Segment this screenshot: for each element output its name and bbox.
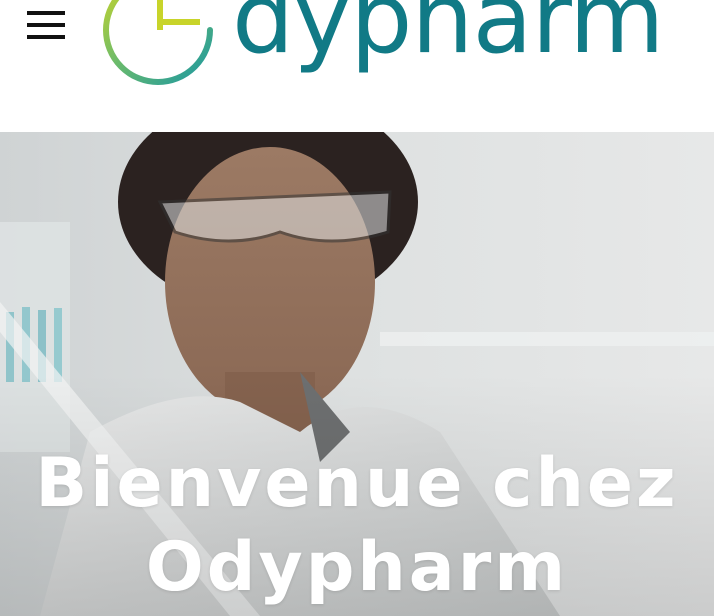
hamburger-menu-icon[interactable] — [27, 10, 65, 42]
hero-title-line-1: Bienvenue chez — [35, 444, 679, 523]
hero-banner: Bienvenue chez Odypharm — [0, 132, 714, 616]
site-header: dypharm — [0, 0, 714, 132]
logo-mark-icon — [103, 0, 213, 85]
hamburger-bar — [27, 23, 65, 27]
hero-title-line-2: Odypharm — [145, 528, 569, 607]
hamburger-bar — [27, 11, 65, 15]
hero-title: Bienvenue chez Odypharm — [0, 442, 714, 610]
logo-wordmark: dypharm — [232, 0, 665, 76]
hamburger-bar — [27, 35, 65, 39]
site-logo[interactable]: dypharm — [100, 0, 665, 90]
